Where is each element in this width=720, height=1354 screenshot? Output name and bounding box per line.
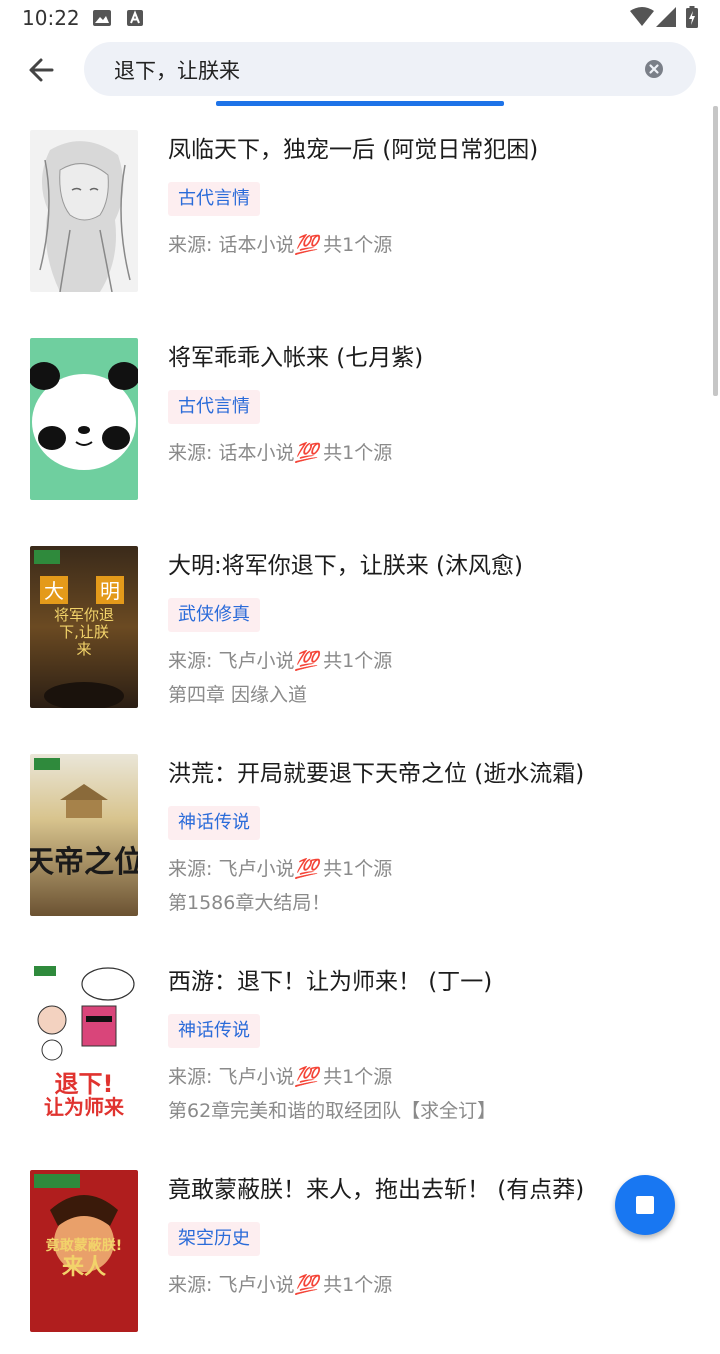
wifi-icon	[630, 7, 654, 26]
book-title: 竟敢蒙蔽朕！来人，拖出去斩！ (有点莽)	[168, 1177, 585, 1203]
stop-icon	[636, 1196, 654, 1214]
svg-text:天帝之位: 天帝之位	[30, 845, 138, 880]
genre-tag: 武侠修真	[168, 598, 260, 632]
signal-icon	[656, 7, 676, 27]
gallery-icon	[93, 10, 111, 26]
search-results-list: 凤临天下，独宠一后 (阿觉日常犯困) 古代言情 来源: 话本小说💯 共1个源 将…	[0, 106, 720, 1354]
book-cover: 天帝之位	[30, 754, 138, 916]
svg-text:让为师来: 让为师来	[44, 1095, 125, 1119]
genre-tag: 神话传说	[168, 806, 260, 840]
hundred-icon: 💯	[294, 650, 318, 672]
hundred-icon: 💯	[294, 1066, 318, 1088]
svg-text:竟敢蒙蔽朕!: 竟敢蒙蔽朕!	[45, 1237, 122, 1254]
svg-text:来人: 来人	[61, 1255, 106, 1280]
genre-tag: 神话传说	[168, 1014, 260, 1048]
search-query[interactable]: 退下，让朕来	[114, 55, 240, 85]
book-cover: 退下! 让为师来	[30, 962, 138, 1124]
svg-text:将军你退: 将军你退	[54, 606, 114, 624]
battery-icon	[686, 6, 698, 28]
svg-text:来: 来	[76, 640, 91, 658]
book-title: 洪荒：开局就要退下天帝之位 (逝水流霜)	[168, 761, 585, 787]
source-name: 来源: 飞卢小说	[168, 650, 295, 672]
source-name: 来源: 话本小说	[168, 442, 295, 464]
source-count: 共1个源	[323, 234, 393, 256]
hundred-icon: 💯	[294, 1274, 318, 1296]
list-item[interactable]: 天帝之位 洪荒：开局就要退下天帝之位 (逝水流霜) 神话传说 来源: 飞卢小说💯…	[0, 730, 720, 938]
search-input[interactable]: 退下，让朕来	[84, 42, 696, 96]
source-info: 来源: 飞卢小说💯 共1个源	[168, 1270, 392, 1297]
clear-icon[interactable]	[644, 59, 664, 79]
hundred-icon: 💯	[294, 858, 318, 880]
search-toolbar: 退下，让朕来	[0, 36, 720, 102]
book-cover	[30, 338, 138, 500]
source-count: 共1个源	[323, 442, 393, 464]
list-item[interactable]: 大 明 将军你退 下,让朕 来 大明:将军你退下，让朕来 (沐风愈) 武侠修真 …	[0, 522, 720, 730]
book-title: 凤临天下，独宠一后 (阿觉日常犯困)	[168, 137, 539, 163]
book-cover	[30, 130, 138, 292]
source-count: 共1个源	[323, 858, 393, 880]
list-item[interactable]: 将军乖乖入帐来 (七月紫) 古代言情 来源: 话本小说💯 共1个源	[0, 314, 720, 522]
book-title: 将军乖乖入帐来 (七月紫)	[168, 345, 424, 371]
svg-text:大: 大	[44, 579, 64, 603]
source-info: 来源: 飞卢小说💯 共1个源	[168, 854, 392, 881]
book-title: 大明:将军你退下，让朕来 (沐风愈)	[168, 553, 524, 579]
source-name: 来源: 话本小说	[168, 234, 295, 256]
source-name: 来源: 飞卢小说	[168, 858, 295, 880]
hundred-icon: 💯	[294, 442, 318, 464]
source-info: 来源: 飞卢小说💯 共1个源	[168, 646, 392, 673]
text-icon	[127, 10, 143, 26]
svg-text:下,让朕: 下,让朕	[59, 623, 109, 641]
svg-text:退下!: 退下!	[55, 1070, 114, 1098]
list-item[interactable]: 凤临天下，独宠一后 (阿觉日常犯困) 古代言情 来源: 话本小说💯 共1个源	[0, 106, 720, 314]
status-time: 10:22	[22, 6, 80, 30]
source-info: 来源: 话本小说💯 共1个源	[168, 230, 392, 257]
hundred-icon: 💯	[294, 234, 318, 256]
genre-tag: 古代言情	[168, 182, 260, 216]
book-title: 西游：退下！让为师来！ (丁一)	[168, 969, 493, 995]
genre-tag: 古代言情	[168, 390, 260, 424]
svg-text:明: 明	[100, 579, 120, 603]
latest-chapter: 第1586章大结局！	[168, 892, 331, 914]
source-name: 来源: 飞卢小说	[168, 1066, 295, 1088]
latest-chapter: 第四章 因缘入道	[168, 684, 308, 706]
stop-search-button[interactable]	[615, 1175, 675, 1235]
list-item[interactable]: 竟敢蒙蔽朕! 来人 竟敢蒙蔽朕！来人，拖出去斩！ (有点莽) 架空历史 来源: …	[0, 1146, 720, 1354]
book-cover: 竟敢蒙蔽朕! 来人	[30, 1170, 138, 1332]
source-count: 共1个源	[323, 650, 393, 672]
source-info: 来源: 话本小说💯 共1个源	[168, 438, 392, 465]
genre-tag: 架空历史	[168, 1222, 260, 1256]
latest-chapter: 第62章完美和谐的取经团队【求全订】	[168, 1100, 497, 1122]
book-cover: 大 明 将军你退 下,让朕 来	[30, 546, 138, 708]
source-count: 共1个源	[323, 1066, 393, 1088]
back-arrow-icon[interactable]	[22, 52, 62, 88]
status-bar: 10:22	[0, 0, 720, 36]
source-name: 来源: 飞卢小说	[168, 1274, 295, 1296]
source-count: 共1个源	[323, 1274, 393, 1296]
source-info: 来源: 飞卢小说💯 共1个源	[168, 1062, 392, 1089]
list-item[interactable]: 退下! 让为师来 西游：退下！让为师来！ (丁一) 神话传说 来源: 飞卢小说💯…	[0, 938, 720, 1146]
